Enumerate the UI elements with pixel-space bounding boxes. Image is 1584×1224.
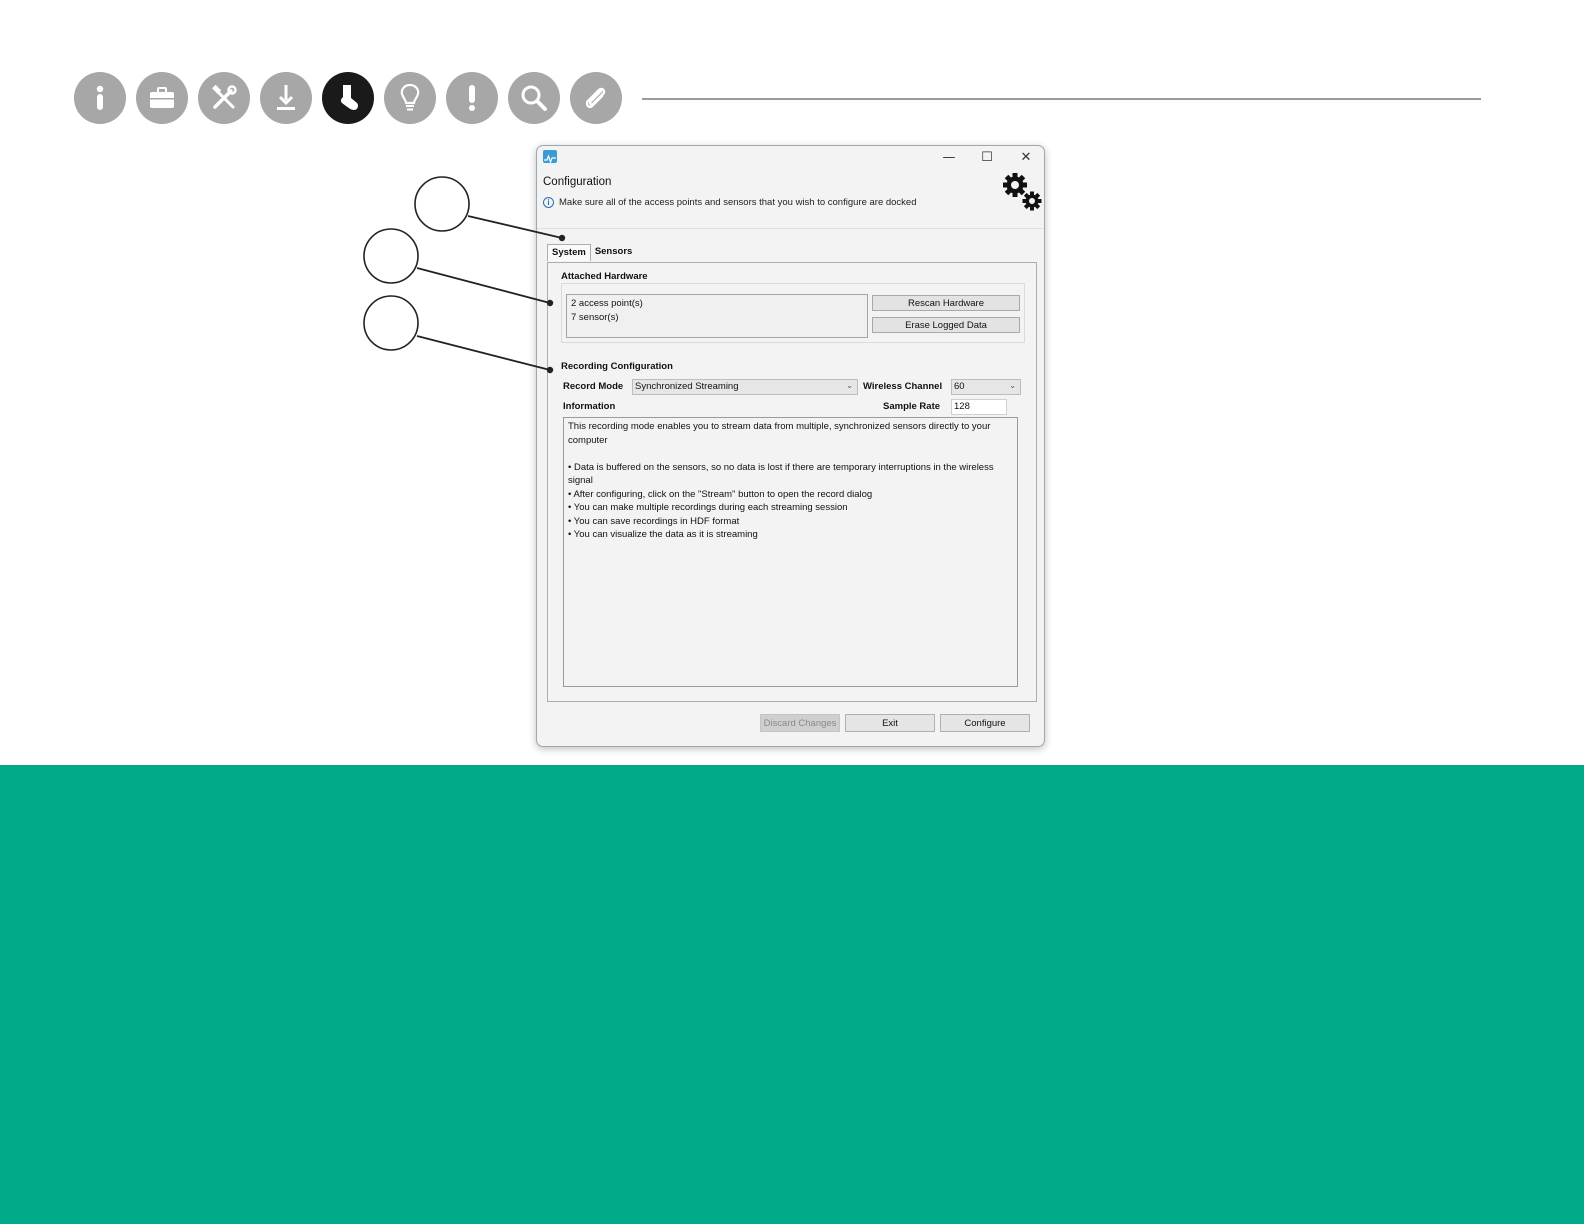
section-icon-row: [74, 72, 622, 124]
maximize-button[interactable]: ☐: [973, 147, 1001, 167]
tab-sensors[interactable]: Sensors: [591, 244, 637, 261]
info-bullet: • You can make multiple recordings durin…: [568, 502, 848, 513]
record-mode-select[interactable]: Synchronized Streaming ⌄: [632, 379, 858, 395]
tools-icon[interactable]: [198, 72, 250, 124]
minimize-button[interactable]: —: [935, 147, 963, 167]
paperclip-icon[interactable]: [570, 72, 622, 124]
wireless-channel-select[interactable]: 60 ⌄: [951, 379, 1021, 395]
chevron-down-icon: ⌄: [1009, 381, 1016, 390]
info-bullet: • Data is buffered on the sensors, so no…: [568, 461, 994, 487]
list-item: 2 access point(s): [571, 298, 643, 309]
search-icon[interactable]: [508, 72, 560, 124]
info-intro-text: This recording mode enables you to strea…: [568, 421, 991, 446]
record-mode-value: Synchronized Streaming: [635, 381, 739, 392]
header-separator: [537, 228, 1044, 229]
title-bar[interactable]: — ☐ ✕: [537, 146, 1044, 168]
info-message: i Make sure all of the access points and…: [543, 197, 917, 208]
app-icon: [543, 150, 557, 164]
info-circle-icon: i: [543, 197, 554, 208]
recording-configuration-label: Recording Configuration: [561, 361, 673, 372]
configuration-window: — ☐ ✕ Configuration i Make sure all of t…: [536, 145, 1045, 747]
gears-icon: [1003, 173, 1042, 211]
information-text-area[interactable]: This recording mode enables you to strea…: [563, 417, 1018, 687]
record-mode-row: Record Mode Synchronized Streaming ⌄ Wir…: [563, 379, 1023, 397]
header-divider-line: [642, 98, 1481, 100]
rescan-hardware-button[interactable]: Rescan Hardware: [872, 295, 1020, 311]
system-tab-panel: Attached Hardware 2 access point(s) 7 se…: [547, 262, 1037, 702]
chevron-down-icon: ⌄: [846, 381, 853, 390]
sample-rate-input[interactable]: 128: [951, 399, 1007, 415]
exit-button[interactable]: Exit: [845, 714, 935, 732]
record-mode-label: Record Mode: [563, 381, 624, 392]
info-icon[interactable]: [74, 72, 126, 124]
wireless-channel-label: Wireless Channel: [863, 381, 943, 392]
briefcase-icon[interactable]: [136, 72, 188, 124]
callout-2: [363, 228, 554, 307]
wireless-channel-value: 60: [954, 381, 965, 392]
discard-changes-button[interactable]: Discard Changes: [760, 714, 840, 732]
list-item: 7 sensor(s): [571, 311, 619, 323]
configure-button[interactable]: Configure: [940, 714, 1030, 732]
info-message-text: Make sure all of the access points and s…: [559, 197, 917, 208]
attached-hardware-label: Attached Hardware: [561, 271, 648, 282]
info-bullet: • You can visualize the data as it is st…: [568, 529, 758, 540]
dialog-title: Configuration: [543, 176, 612, 188]
erase-logged-data-button[interactable]: Erase Logged Data: [872, 317, 1020, 333]
callout-3: [363, 295, 554, 374]
info-bullet: • After configuring, click on the "Strea…: [568, 488, 873, 500]
exclamation-icon[interactable]: [446, 72, 498, 124]
tab-system[interactable]: System: [547, 244, 591, 261]
sample-rate-label: Sample Rate: [883, 401, 941, 412]
attached-hardware-group: 2 access point(s) 7 sensor(s) Rescan Har…: [561, 283, 1025, 343]
information-label: Information: [563, 401, 616, 412]
hardware-list[interactable]: 2 access point(s) 7 sensor(s): [566, 294, 868, 338]
info-bullet: • You can save recordings in HDF format: [568, 515, 740, 527]
lightbulb-icon[interactable]: [384, 72, 436, 124]
download-icon[interactable]: [260, 72, 312, 124]
tab-strip: System Sensors: [547, 244, 636, 261]
close-button[interactable]: ✕: [1012, 147, 1040, 167]
footer-green-band: [0, 765, 1584, 1224]
page: — ☐ ✕ Configuration i Make sure all of t…: [0, 0, 1584, 1224]
sock-icon[interactable]: [322, 72, 374, 124]
